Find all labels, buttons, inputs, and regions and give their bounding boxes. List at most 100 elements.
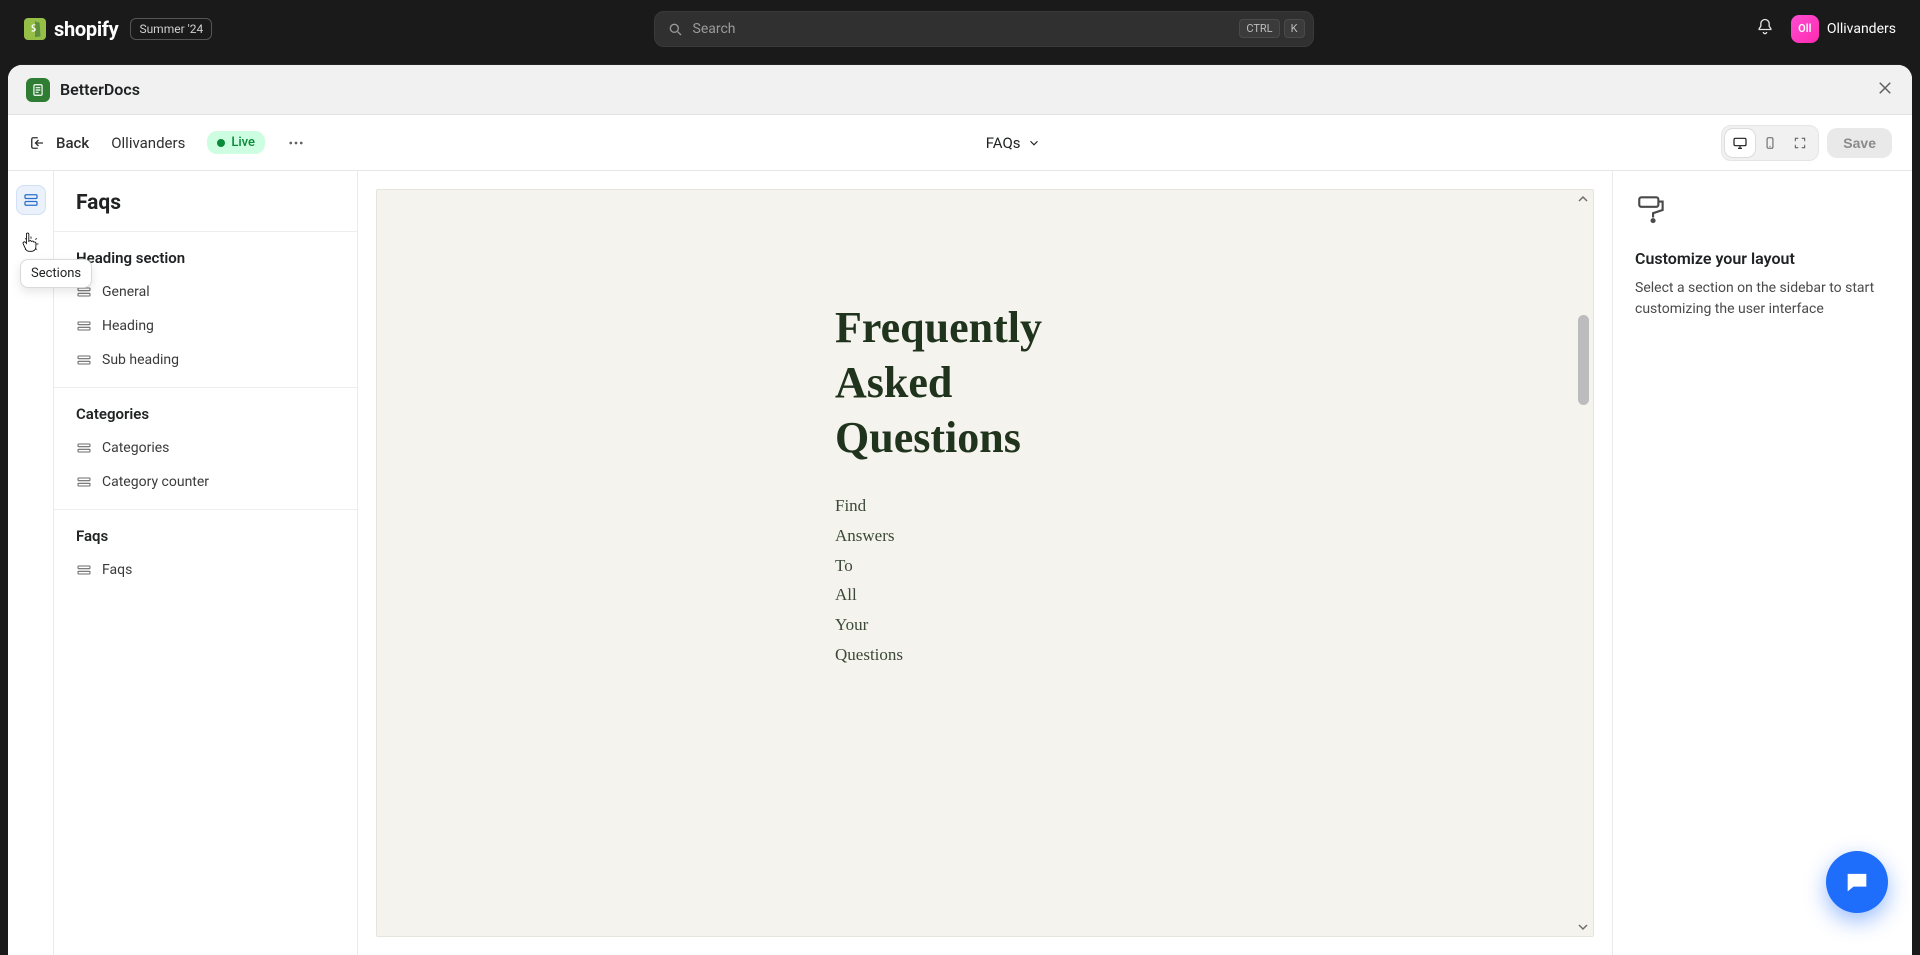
block-icon — [76, 562, 92, 578]
right-panel-title: Customize your layout — [1635, 249, 1890, 268]
section-item-heading[interactable]: Heading — [54, 309, 357, 343]
chat-fab[interactable] — [1826, 851, 1888, 913]
close-icon — [1876, 79, 1894, 97]
app-window: BetterDocs Back Ollivanders Live FAQs — [8, 65, 1912, 955]
shopify-topbar: shopify Summer '24 Search CTRL K Oll Oll… — [0, 0, 1920, 57]
status-badge: Live — [207, 131, 265, 154]
left-panel-title: Faqs — [54, 171, 357, 232]
heading-line: Asked — [835, 358, 952, 407]
editor-rail: Sections — [8, 171, 54, 955]
sub-line: Answers — [835, 521, 1135, 551]
more-actions-button[interactable] — [287, 134, 305, 152]
section-item-category-counter[interactable]: Category counter — [54, 465, 357, 499]
page-title: FAQs — [986, 134, 1021, 152]
status-label: Live — [231, 135, 255, 150]
search-shortcut: CTRL K — [1239, 19, 1304, 38]
mobile-icon — [1763, 136, 1777, 150]
scroll-track[interactable] — [1577, 210, 1589, 916]
sub-line: Find — [835, 491, 1135, 521]
cursor-pointer-icon — [21, 231, 41, 255]
heading-line: Frequently — [835, 303, 1042, 352]
exit-icon — [28, 134, 46, 152]
section-group-faqs: Faqs — [54, 510, 357, 553]
sub-line: To — [835, 551, 1135, 581]
section-item-label: Heading — [102, 318, 154, 334]
app-title: BetterDocs — [60, 80, 140, 99]
release-badge: Summer '24 — [130, 18, 212, 40]
editor-toolbar: Back Ollivanders Live FAQs — [8, 115, 1912, 171]
search-icon — [667, 21, 683, 37]
close-button[interactable] — [1876, 79, 1894, 101]
preview-canvas[interactable]: Frequently Asked Questions Find Answers … — [376, 189, 1594, 937]
paint-roller-icon — [1635, 193, 1669, 227]
customize-icon — [1635, 193, 1890, 231]
viewport-switcher — [1721, 125, 1819, 161]
viewport-mobile-button[interactable] — [1755, 129, 1785, 157]
status-dot-icon — [217, 139, 225, 147]
avatar: Oll — [1791, 15, 1819, 43]
back-button[interactable]: Back — [28, 134, 89, 152]
section-item-faqs[interactable]: Faqs — [54, 553, 357, 587]
toolbar-right: Save — [1721, 125, 1892, 161]
section-item-label: Category counter — [102, 474, 209, 490]
save-button[interactable]: Save — [1827, 128, 1892, 158]
app-window-header: BetterDocs — [8, 65, 1912, 115]
page-selector[interactable]: FAQs — [986, 134, 1041, 152]
preview-scrollbar[interactable] — [1575, 192, 1591, 934]
heading-line: Questions — [835, 413, 1021, 462]
viewport-desktop-button[interactable] — [1725, 129, 1755, 157]
brand: shopify Summer '24 — [24, 17, 212, 41]
rail-tooltip: Sections — [20, 259, 92, 288]
section-item-label: General — [102, 284, 150, 300]
section-group-heading: Heading section — [54, 232, 357, 275]
block-icon — [76, 474, 92, 490]
section-item-label: Sub heading — [102, 352, 179, 368]
preview-heading: Frequently Asked Questions — [835, 300, 1135, 465]
kbd-ctrl: CTRL — [1239, 19, 1279, 38]
section-item-label: Categories — [102, 440, 169, 456]
scroll-thumb[interactable] — [1578, 315, 1589, 405]
block-icon — [76, 440, 92, 456]
notifications-button[interactable] — [1755, 17, 1775, 41]
sub-line: All — [835, 580, 1135, 610]
brand-name: shopify — [54, 17, 118, 41]
search-placeholder: Search — [693, 21, 1230, 37]
dots-horizontal-icon — [287, 134, 305, 152]
global-search[interactable]: Search CTRL K — [654, 11, 1314, 47]
scroll-down-icon[interactable] — [1575, 920, 1591, 934]
left-panel: Faqs Heading section General Heading Sub… — [54, 171, 358, 955]
bell-icon — [1755, 17, 1775, 37]
viewport-fullscreen-button[interactable] — [1785, 129, 1815, 157]
app-icon — [26, 78, 50, 102]
chevron-down-icon — [1027, 136, 1041, 150]
section-item-label: Faqs — [102, 562, 132, 578]
account-menu[interactable]: Oll Ollivanders — [1791, 15, 1896, 43]
editor-body: Sections Faqs Heading section General He… — [8, 171, 1912, 955]
section-item-categories[interactable]: Categories — [54, 431, 357, 465]
preview-subheading: Find Answers To All Your Questions — [835, 491, 1135, 670]
section-group-categories: Categories — [54, 388, 357, 431]
topbar-right: Oll Ollivanders — [1755, 15, 1896, 43]
sub-line: Your — [835, 610, 1135, 640]
expand-icon — [1793, 136, 1807, 150]
store-name[interactable]: Ollivanders — [111, 134, 185, 152]
scroll-up-icon[interactable] — [1575, 192, 1591, 206]
rail-sections-button[interactable] — [16, 185, 46, 215]
right-panel: Customize your layout Select a section o… — [1612, 171, 1912, 955]
document-icon — [31, 83, 45, 97]
section-item-general[interactable]: General — [54, 275, 357, 309]
block-icon — [76, 352, 92, 368]
block-icon — [76, 318, 92, 334]
preview-canvas-wrap: Frequently Asked Questions Find Answers … — [358, 171, 1612, 955]
back-label: Back — [56, 134, 89, 152]
right-panel-subtitle: Select a section on the sidebar to start… — [1635, 278, 1890, 320]
chat-icon — [1843, 868, 1871, 896]
desktop-icon — [1732, 135, 1748, 151]
sub-line: Questions — [835, 640, 1135, 670]
preview-content: Frequently Asked Questions Find Answers … — [835, 300, 1135, 670]
account-name: Ollivanders — [1827, 21, 1896, 37]
kbd-k: K — [1284, 19, 1305, 38]
section-item-subheading[interactable]: Sub heading — [54, 343, 357, 377]
sections-icon — [22, 191, 40, 209]
shopify-logo-icon — [24, 18, 46, 40]
